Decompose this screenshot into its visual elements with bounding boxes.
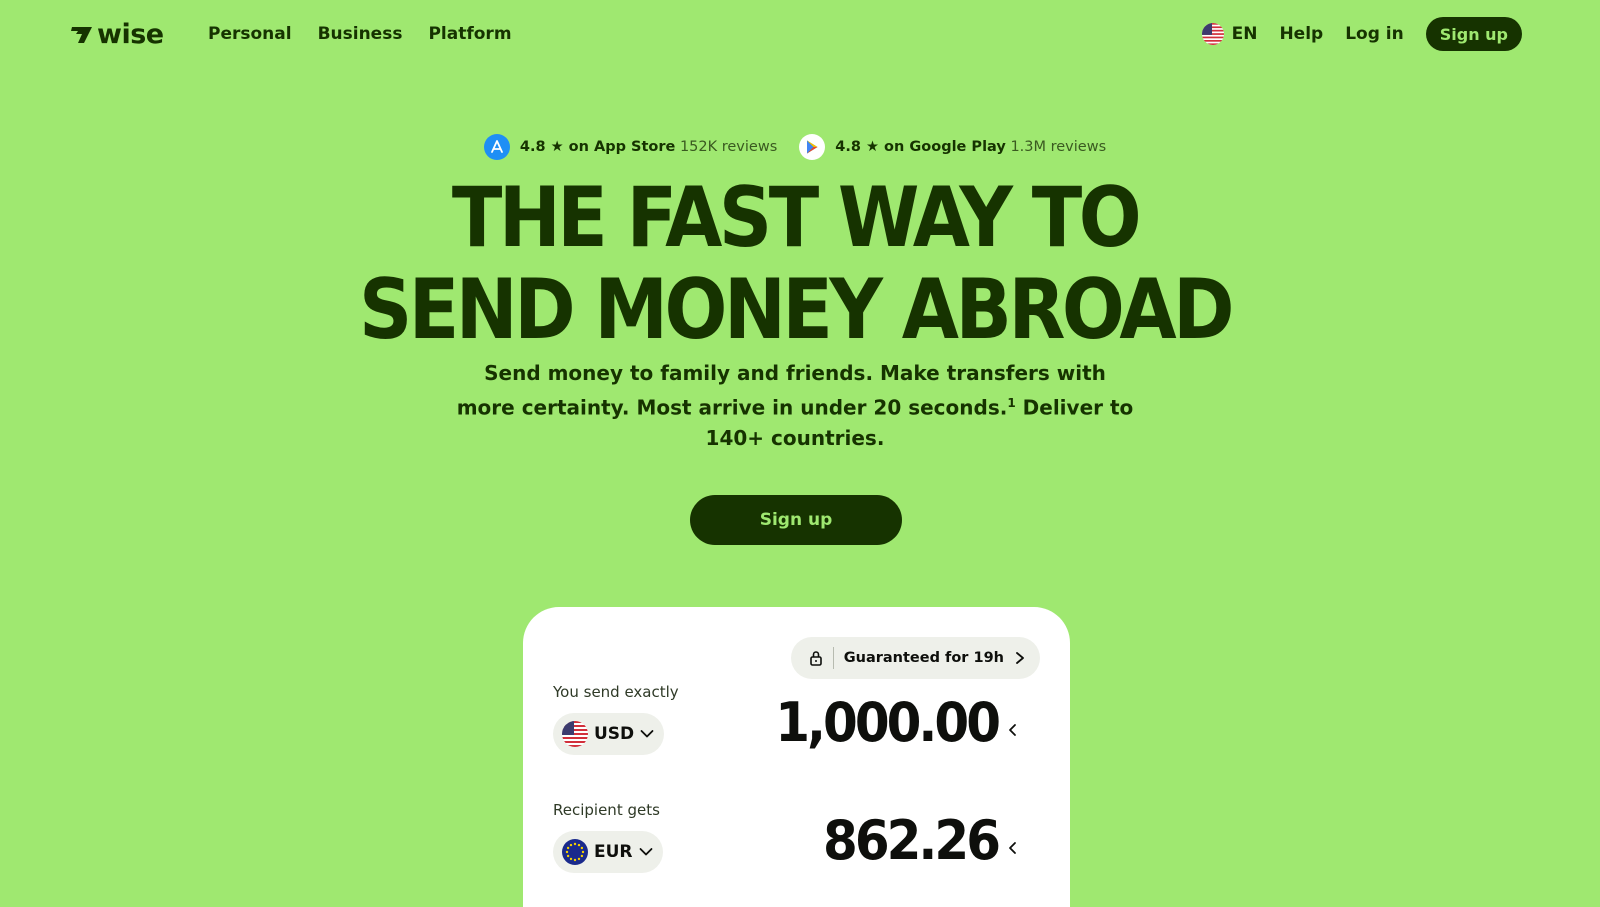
lock-icon — [809, 651, 822, 666]
guarantee-text: Guaranteed for 19h — [843, 650, 1004, 666]
receive-amount-input[interactable]: 862.26 — [823, 808, 1001, 873]
send-currency-code: USD — [594, 724, 635, 744]
nav-platform[interactable]: Platform — [428, 22, 511, 46]
app-store-icon — [483, 134, 510, 160]
rate-guarantee-button[interactable]: Guaranteed for 19h — [790, 637, 1040, 679]
chevron-left-icon[interactable] — [1006, 841, 1020, 855]
hero-title-line-2: SEND MONEY ABROAD — [358, 261, 1235, 358]
footnote-marker[interactable]: 1 — [1007, 396, 1015, 410]
header-signup-button[interactable]: Sign up — [1425, 17, 1522, 51]
us-flag-icon — [1201, 23, 1224, 45]
google-play-rating[interactable]: 4.8 ★ on Google Play 1.3M reviews — [799, 134, 1106, 160]
chevron-left-icon[interactable] — [1006, 723, 1020, 737]
send-currency-select[interactable]: USD — [553, 713, 665, 755]
app-store-score: 4.8 ★ on App Store — [519, 139, 676, 155]
language-selector[interactable]: EN — [1201, 23, 1258, 45]
app-store-reviews: 152K reviews — [679, 139, 778, 155]
header-actions: EN Help Log in Sign up — [1201, 17, 1522, 51]
divider — [832, 647, 834, 669]
us-flag-icon — [562, 721, 588, 747]
google-play-score: 4.8 ★ on Google Play — [835, 139, 1006, 155]
nav-personal[interactable]: Personal — [208, 22, 292, 46]
receive-currency-code: EUR — [594, 842, 633, 862]
main-nav: Personal Business Platform — [208, 22, 512, 46]
receive-currency-select[interactable]: EUR — [553, 831, 663, 873]
transfer-calculator: Guaranteed for 19h You send exactly USD — [523, 607, 1070, 907]
login-link[interactable]: Log in — [1345, 22, 1404, 46]
chevron-down-icon — [639, 848, 652, 856]
eu-flag-icon — [562, 839, 588, 865]
receive-label: Recipient gets — [553, 801, 660, 819]
language-code: EN — [1231, 24, 1258, 44]
google-play-icon — [799, 134, 826, 160]
wise-flag-icon — [71, 26, 92, 43]
store-ratings: 4.8 ★ on App Store 152K reviews 4.8 ★ on… — [0, 134, 1590, 160]
google-play-reviews: 1.3M reviews — [1010, 139, 1107, 155]
hero-title: THE FAST WAY TO SEND MONEY ABROAD — [0, 172, 1590, 356]
nav-business[interactable]: Business — [318, 22, 403, 46]
app-store-rating[interactable]: 4.8 ★ on App Store 152K reviews — [483, 134, 778, 160]
chevron-down-icon — [640, 730, 654, 738]
help-link[interactable]: Help — [1279, 22, 1323, 46]
hero-signup-button[interactable]: Sign up — [690, 495, 902, 545]
send-label: You send exactly — [553, 683, 679, 701]
chevron-right-icon — [1016, 652, 1024, 664]
send-amount-input[interactable]: 1,000.00 — [775, 690, 1001, 755]
hero-subtitle: Send money to family and friends. Make t… — [455, 358, 1135, 453]
logo-text: wise — [97, 19, 164, 50]
hero-title-line-1: THE FAST WAY TO — [451, 169, 1142, 267]
wise-logo[interactable]: wise — [70, 19, 164, 50]
hero-subtitle-part-1: Send money to family and friends. Make t… — [456, 361, 1106, 420]
